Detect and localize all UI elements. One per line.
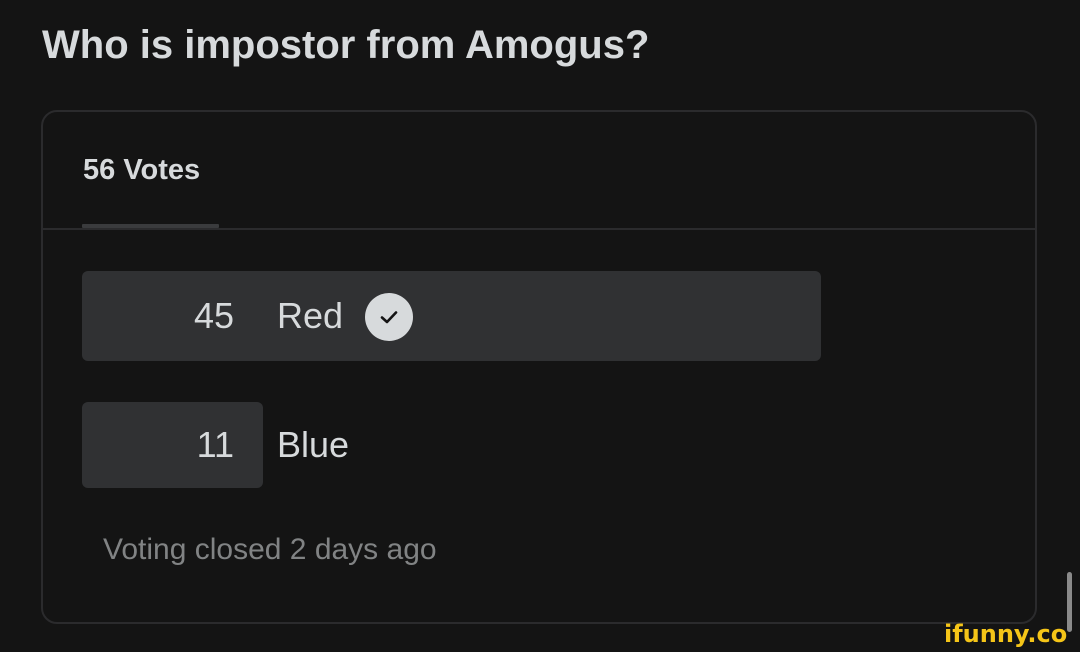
option-vote-count: 11: [196, 424, 234, 465]
poll-option-red: 45 Red: [82, 271, 822, 361]
ifunny-watermark-logo: ifunny.co: [944, 619, 1074, 648]
post-title: Who is impostor from Amogus?: [42, 23, 650, 67]
votes-tab[interactable]: 56 Votes: [83, 152, 200, 188]
watermark-text: ifunny.co: [944, 620, 1067, 647]
poll-card: 56 Votes 45 Red 11 Blue Voting closed 2 …: [41, 110, 1037, 624]
poll-option-blue: 11 Blue: [82, 402, 822, 492]
option-label: Blue: [277, 424, 350, 465]
voting-status: Voting closed 2 days ago: [103, 533, 437, 566]
check-circle-icon: [365, 293, 413, 341]
option-vote-count: 45: [193, 295, 234, 336]
tab-divider: [43, 228, 1035, 230]
option-label: Red: [277, 295, 344, 336]
